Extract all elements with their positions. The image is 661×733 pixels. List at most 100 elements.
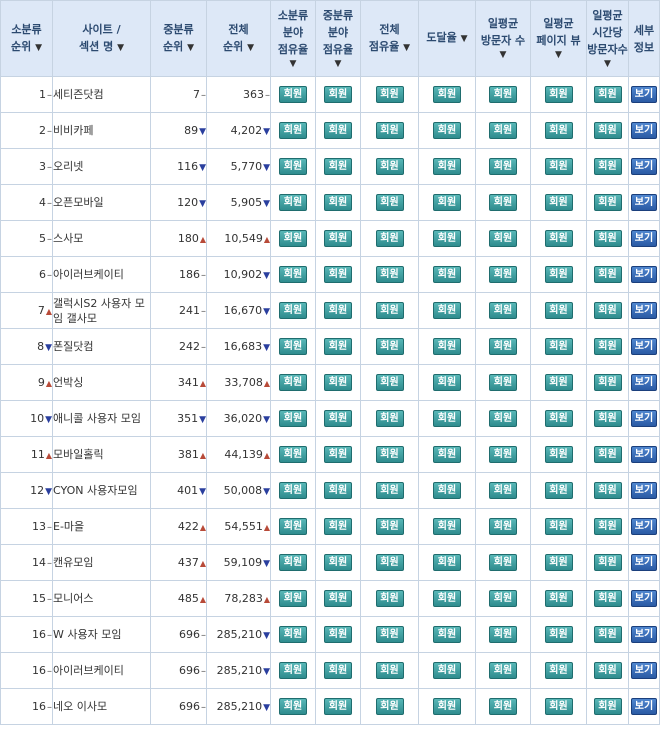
member-only-button[interactable]: 회원 <box>324 302 352 319</box>
member-only-button[interactable]: 회원 <box>593 302 622 319</box>
member-only-button[interactable]: 회원 <box>544 86 573 103</box>
member-only-button[interactable]: 회원 <box>593 266 622 283</box>
view-detail-button[interactable]: 보기 <box>631 86 657 103</box>
member-only-button[interactable]: 회원 <box>593 158 622 175</box>
member-only-button[interactable]: 회원 <box>489 194 517 211</box>
member-only-button[interactable]: 회원 <box>593 410 622 427</box>
member-only-button[interactable]: 회원 <box>544 662 573 679</box>
member-only-button[interactable]: 회원 <box>489 590 517 607</box>
header-midcategory-share[interactable]: 중분류 분야 점유율 ▼ <box>315 0 361 77</box>
member-only-button[interactable]: 회원 <box>593 518 622 535</box>
member-only-button[interactable]: 회원 <box>375 158 404 175</box>
member-only-button[interactable]: 회원 <box>593 194 622 211</box>
site-name-link[interactable]: 스사모 <box>54 232 84 245</box>
member-only-button[interactable]: 회원 <box>279 482 307 499</box>
member-only-button[interactable]: 회원 <box>489 482 517 499</box>
member-only-button[interactable]: 회원 <box>433 554 461 571</box>
member-only-button[interactable]: 회원 <box>433 662 461 679</box>
member-only-button[interactable]: 회원 <box>324 554 352 571</box>
member-only-button[interactable]: 회원 <box>279 590 307 607</box>
member-only-button[interactable]: 회원 <box>324 518 352 535</box>
member-only-button[interactable]: 회원 <box>433 482 461 499</box>
member-only-button[interactable]: 회원 <box>324 158 352 175</box>
site-name-link[interactable]: 비비카페 <box>54 124 94 137</box>
header-daily-visitors[interactable]: 일평균 방문자 수 ▼ <box>475 0 531 77</box>
member-only-button[interactable]: 회원 <box>489 230 517 247</box>
site-name-link[interactable]: 모니어스 <box>54 592 94 605</box>
member-only-button[interactable]: 회원 <box>375 86 404 103</box>
site-name-link[interactable]: E-마을 <box>54 520 85 533</box>
site-name-link[interactable]: 갤럭시S2 사용자 모임 갤사모 <box>54 297 145 325</box>
member-only-button[interactable]: 회원 <box>433 158 461 175</box>
member-only-button[interactable]: 회원 <box>324 446 352 463</box>
site-name-link[interactable]: 세티즌닷컴 <box>54 88 104 101</box>
view-detail-button[interactable]: 보기 <box>631 518 657 535</box>
member-only-button[interactable]: 회원 <box>375 662 404 679</box>
member-only-button[interactable]: 회원 <box>593 86 622 103</box>
member-only-button[interactable]: 회원 <box>324 698 352 715</box>
member-only-button[interactable]: 회원 <box>544 158 573 175</box>
member-only-button[interactable]: 회원 <box>375 122 404 139</box>
member-only-button[interactable]: 회원 <box>324 374 352 391</box>
member-only-button[interactable]: 회원 <box>324 194 352 211</box>
site-name-link[interactable]: CYON 사용자모임 <box>54 484 138 497</box>
view-detail-button[interactable]: 보기 <box>631 446 657 463</box>
member-only-button[interactable]: 회원 <box>489 518 517 535</box>
member-only-button[interactable]: 회원 <box>279 374 307 391</box>
site-name-link[interactable]: 모바일홀릭 <box>54 448 104 461</box>
member-only-button[interactable]: 회원 <box>433 230 461 247</box>
member-only-button[interactable]: 회원 <box>279 230 307 247</box>
member-only-button[interactable]: 회원 <box>593 590 622 607</box>
view-detail-button[interactable]: 보기 <box>631 158 657 175</box>
site-name-link[interactable]: 아이러브케이티 <box>54 268 124 281</box>
view-detail-button[interactable]: 보기 <box>631 590 657 607</box>
sort-arrow-icon[interactable]: ▼ <box>35 43 42 53</box>
view-detail-button[interactable]: 보기 <box>631 266 657 283</box>
header-total-rank[interactable]: 전체 순위 ▼ <box>206 0 271 77</box>
view-detail-button[interactable]: 보기 <box>631 698 657 715</box>
member-only-button[interactable]: 회원 <box>324 662 352 679</box>
member-only-button[interactable]: 회원 <box>489 338 517 355</box>
member-only-button[interactable]: 회원 <box>433 410 461 427</box>
sort-arrow-icon[interactable]: ▼ <box>461 34 468 44</box>
site-name-link[interactable]: 오픈모바일 <box>54 196 104 209</box>
view-detail-button[interactable]: 보기 <box>631 374 657 391</box>
site-name-link[interactable]: 캔유모임 <box>54 556 94 569</box>
member-only-button[interactable]: 회원 <box>279 338 307 355</box>
sort-arrow-icon[interactable]: ▼ <box>272 58 315 71</box>
header-hourly-visitors[interactable]: 일평균 시간당 방문자수 ▼ <box>586 0 629 77</box>
member-only-button[interactable]: 회원 <box>279 662 307 679</box>
member-only-button[interactable]: 회원 <box>433 374 461 391</box>
header-daily-pageviews[interactable]: 일평균 페이지 뷰 ▼ <box>530 0 587 77</box>
member-only-button[interactable]: 회원 <box>375 554 404 571</box>
member-only-button[interactable]: 회원 <box>593 662 622 679</box>
member-only-button[interactable]: 회원 <box>544 518 573 535</box>
member-only-button[interactable]: 회원 <box>279 122 307 139</box>
member-only-button[interactable]: 회원 <box>375 302 404 319</box>
member-only-button[interactable]: 회원 <box>433 122 461 139</box>
view-detail-button[interactable]: 보기 <box>631 194 657 211</box>
member-only-button[interactable]: 회원 <box>489 266 517 283</box>
sort-arrow-icon[interactable]: ▼ <box>247 43 254 53</box>
member-only-button[interactable]: 회원 <box>324 338 352 355</box>
member-only-button[interactable]: 회원 <box>375 698 404 715</box>
member-only-button[interactable]: 회원 <box>489 374 517 391</box>
member-only-button[interactable]: 회원 <box>489 86 517 103</box>
member-only-button[interactable]: 회원 <box>433 590 461 607</box>
header-reach-rate[interactable]: 도달율 ▼ <box>418 0 476 77</box>
view-detail-button[interactable]: 보기 <box>631 482 657 499</box>
member-only-button[interactable]: 회원 <box>324 122 352 139</box>
member-only-button[interactable]: 회원 <box>375 626 404 643</box>
member-only-button[interactable]: 회원 <box>433 338 461 355</box>
member-only-button[interactable]: 회원 <box>375 230 404 247</box>
member-only-button[interactable]: 회원 <box>433 266 461 283</box>
member-only-button[interactable]: 회원 <box>544 626 573 643</box>
member-only-button[interactable]: 회원 <box>279 86 307 103</box>
member-only-button[interactable]: 회원 <box>279 158 307 175</box>
member-only-button[interactable]: 회원 <box>279 266 307 283</box>
member-only-button[interactable]: 회원 <box>489 626 517 643</box>
member-only-button[interactable]: 회원 <box>375 338 404 355</box>
member-only-button[interactable]: 회원 <box>544 302 573 319</box>
view-detail-button[interactable]: 보기 <box>631 626 657 643</box>
member-only-button[interactable]: 회원 <box>489 554 517 571</box>
